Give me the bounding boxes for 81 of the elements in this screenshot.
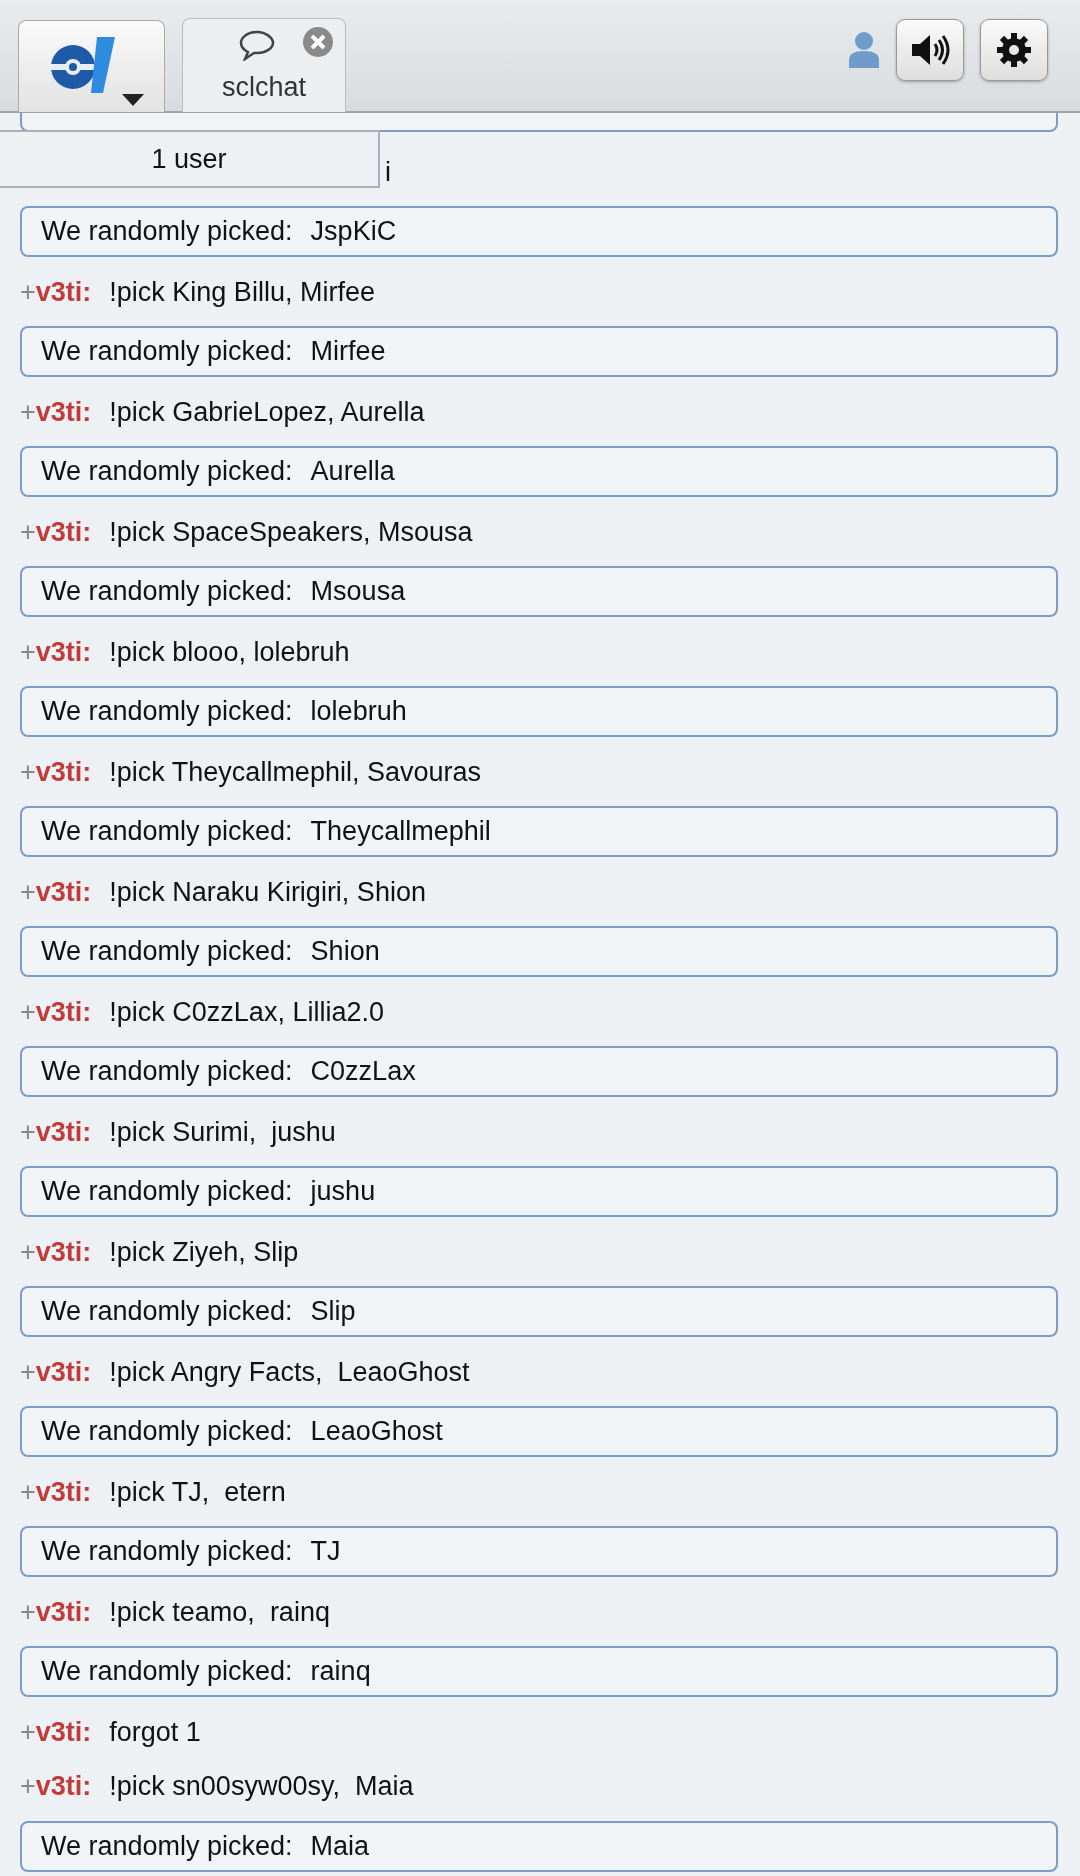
username[interactable]: v3ti: bbox=[35, 636, 92, 667]
rank-symbol: + bbox=[20, 1356, 36, 1387]
rank-symbol: + bbox=[20, 1116, 36, 1147]
username[interactable]: v3ti: bbox=[35, 1236, 92, 1267]
result-label: We randomly picked: bbox=[41, 1830, 293, 1861]
chat-message: !pick King Billu, Mirfee bbox=[109, 276, 375, 307]
rank-symbol: + bbox=[20, 396, 36, 427]
username[interactable]: v3ti: bbox=[35, 1716, 92, 1747]
chat-message: !pick teamo, rainq bbox=[109, 1596, 330, 1627]
result-label: We randomly picked: bbox=[41, 336, 293, 366]
result-label: We randomly picked: bbox=[41, 456, 293, 486]
result-value: Slip bbox=[310, 1296, 356, 1326]
chat-message: !pick Angry Facts, LeaoGhost bbox=[109, 1356, 470, 1387]
main-menu-button[interactable] bbox=[18, 20, 165, 112]
chat-message: !pick Ziyeh, Slip bbox=[109, 1236, 299, 1267]
chat-message: !pick blooo, lolebruh bbox=[109, 636, 350, 667]
result-label: We randomly picked: bbox=[41, 1176, 293, 1206]
chat-message: !pick sn00syw00sy, Maia bbox=[109, 1771, 414, 1801]
caret-icon bbox=[122, 94, 144, 106]
result-label: We randomly picked: bbox=[41, 216, 293, 246]
result-value: rainq bbox=[310, 1656, 371, 1686]
result-label: We randomly picked: bbox=[41, 1536, 293, 1566]
result-value: C0zzLax bbox=[310, 1056, 416, 1086]
result-label: We randomly picked: bbox=[41, 936, 293, 966]
rank-symbol: + bbox=[20, 996, 36, 1027]
username[interactable]: v3ti: bbox=[35, 276, 92, 307]
result-value: Mirfee bbox=[310, 336, 386, 366]
username[interactable]: v3ti: bbox=[35, 396, 92, 427]
sound-button[interactable] bbox=[896, 19, 964, 81]
room-tab[interactable]: sclchat bbox=[182, 18, 346, 112]
result-label: We randomly picked: bbox=[41, 576, 293, 606]
speaker-icon bbox=[910, 32, 950, 68]
result-label: We randomly picked: bbox=[41, 1296, 293, 1326]
rank-symbol: + bbox=[20, 756, 36, 787]
chat-message: !pick Surimi, jushu bbox=[109, 1116, 336, 1147]
chat-message: forgot 1 bbox=[109, 1716, 201, 1747]
rank-symbol: + bbox=[20, 1716, 36, 1747]
result-label: We randomly picked: bbox=[41, 696, 293, 726]
chat-message: !pick GabrieLopez, Aurella bbox=[109, 396, 425, 427]
rank-symbol: + bbox=[20, 1771, 36, 1801]
result-label: We randomly picked: bbox=[41, 1416, 293, 1446]
result-value: Maia bbox=[310, 1830, 370, 1861]
username[interactable]: v3ti: bbox=[35, 876, 92, 907]
result-value: TJ bbox=[310, 1536, 341, 1566]
result-value: LeaoGhost bbox=[310, 1416, 443, 1446]
rank-symbol: + bbox=[20, 636, 36, 667]
result-label: We randomly picked: bbox=[41, 1056, 293, 1086]
rank-symbol: + bbox=[20, 1236, 36, 1267]
username[interactable]: v3ti: bbox=[35, 1116, 92, 1147]
result-value: JspKiC bbox=[310, 216, 397, 246]
result-value: Msousa bbox=[310, 576, 406, 606]
rank-symbol: + bbox=[20, 1476, 36, 1507]
chat-message: !pick SpaceSpeakers, Msousa bbox=[109, 516, 473, 547]
result-value: Shion bbox=[310, 936, 380, 966]
chat-message: !pick C0zzLax, Lillia2.0 bbox=[109, 996, 384, 1027]
rank-symbol: + bbox=[20, 1596, 36, 1627]
result-value: jushu bbox=[310, 1176, 376, 1206]
chat-message: !pick TJ, etern bbox=[109, 1476, 286, 1507]
result-label: We randomly picked: bbox=[41, 816, 293, 846]
result-value: lolebruh bbox=[310, 696, 407, 726]
settings-button[interactable] bbox=[980, 19, 1048, 81]
username[interactable]: v3ti: bbox=[35, 1356, 92, 1387]
chat-message: !pick Theycallmephil, Savouras bbox=[109, 756, 481, 787]
chat-message: i bbox=[385, 156, 391, 187]
chat-message: !pick Naraku Kirigiri, Shion bbox=[109, 876, 426, 907]
result-value: Aurella bbox=[310, 456, 395, 486]
username[interactable]: v3ti: bbox=[35, 516, 92, 547]
chat-bubble-icon bbox=[238, 29, 276, 61]
username[interactable]: v3ti: bbox=[35, 756, 92, 787]
username[interactable]: v3ti: bbox=[35, 996, 92, 1027]
result-label: We randomly picked: bbox=[41, 1656, 293, 1686]
rank-symbol: + bbox=[20, 276, 36, 307]
result-value: Theycallmephil bbox=[310, 816, 491, 846]
settings-icon bbox=[996, 32, 1032, 68]
user-count[interactable]: 1 user bbox=[0, 130, 380, 188]
username[interactable]: v3ti: bbox=[35, 1596, 92, 1627]
username[interactable]: v3ti: bbox=[35, 1771, 92, 1801]
rank-symbol: + bbox=[20, 516, 36, 547]
close-icon[interactable] bbox=[303, 27, 333, 57]
username[interactable]: v3ti: bbox=[35, 1476, 92, 1507]
rank-symbol: + bbox=[20, 876, 36, 907]
